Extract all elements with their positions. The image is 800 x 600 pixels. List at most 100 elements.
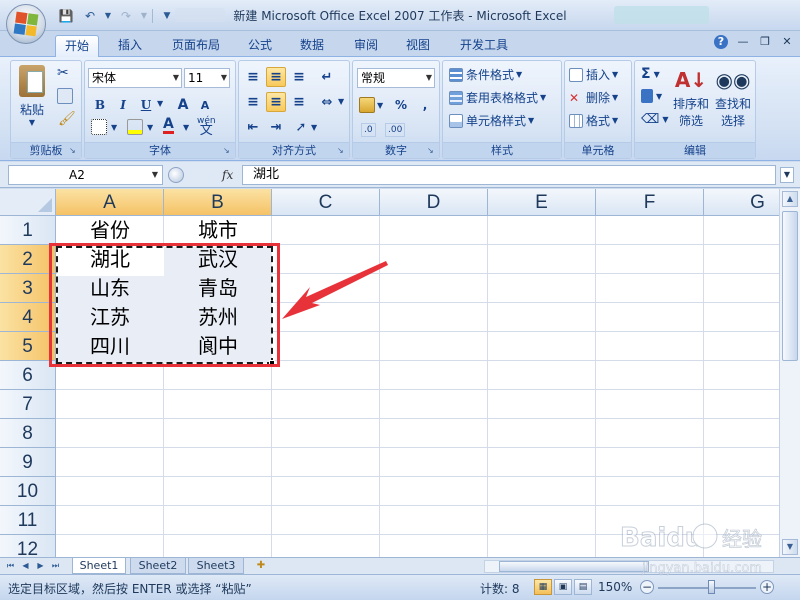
conditional-format-button[interactable]: 条件格式 ▼	[449, 66, 522, 83]
row-header-1[interactable]: 1	[0, 216, 56, 245]
format-as-table-button[interactable]: 套用表格格式 ▼	[449, 89, 546, 106]
page-layout-view-icon[interactable]: ▣	[554, 579, 572, 595]
horizontal-scrollbar[interactable]	[484, 560, 774, 573]
insert-sheet-icon[interactable]: ✚	[252, 559, 270, 573]
autosum-button[interactable]: Σ ▼	[641, 66, 660, 82]
tab-formulas[interactable]: 公式	[240, 35, 280, 57]
sheet-tab-sheet2[interactable]: Sheet2	[130, 558, 186, 574]
formula-bar-resize-handle[interactable]	[168, 167, 184, 183]
tab-review[interactable]: 审阅	[346, 35, 386, 57]
chevron-down-icon[interactable]: ▼	[338, 97, 344, 106]
column-header-g[interactable]: G	[704, 189, 779, 216]
tab-page-layout[interactable]: 页面布局	[164, 35, 228, 57]
chevron-down-icon[interactable]: ▼	[111, 123, 117, 132]
percent-button[interactable]: %	[391, 95, 411, 115]
cell-styles-button[interactable]: 单元格样式 ▼	[449, 112, 534, 129]
align-right-icon[interactable]: ≡	[289, 92, 309, 112]
decrease-indent-icon[interactable]: ⇤	[243, 117, 263, 137]
column-header-e[interactable]: E	[488, 189, 596, 216]
row-header-12[interactable]: 12	[0, 535, 56, 557]
sheet-tab-sheet3[interactable]: Sheet3	[188, 558, 244, 574]
tab-home[interactable]: 开始	[55, 35, 99, 57]
expand-formula-bar-icon[interactable]: ▼	[780, 167, 794, 183]
format-cells-button[interactable]: 格式 ▼	[569, 112, 618, 129]
save-icon[interactable]: 💾	[56, 7, 76, 25]
cell-a1[interactable]: 省份	[56, 216, 164, 245]
row-header-9[interactable]: 9	[0, 448, 56, 477]
prev-sheet-icon[interactable]: ◀	[19, 559, 32, 572]
launcher-icon[interactable]: ↘	[337, 146, 346, 155]
launcher-icon[interactable]: ↘	[427, 146, 436, 155]
formula-input[interactable]: 湖北	[242, 165, 776, 185]
grow-font-button[interactable]: A	[173, 95, 193, 115]
select-all-button[interactable]	[0, 189, 56, 216]
office-button[interactable]	[6, 4, 46, 44]
align-left-icon[interactable]: ≡	[243, 92, 263, 112]
zoom-in-icon[interactable]: +	[760, 580, 774, 594]
column-header-b[interactable]: B	[164, 189, 272, 216]
last-sheet-icon[interactable]: ⏭	[49, 559, 62, 572]
column-header-d[interactable]: D	[380, 189, 488, 216]
row-header-4[interactable]: 4	[0, 303, 56, 332]
row-header-10[interactable]: 10	[0, 477, 56, 506]
undo-dropdown-icon[interactable]: ▼	[104, 7, 112, 25]
merge-center-icon[interactable]: ⇔	[317, 92, 337, 112]
sort-filter-button[interactable]: A↓ 排序和 筛选	[671, 65, 711, 129]
wrap-text-icon[interactable]: ↵	[317, 67, 337, 87]
tab-developer[interactable]: 开发工具	[452, 35, 516, 57]
shrink-font-button[interactable]: A	[195, 95, 215, 115]
align-bottom-icon[interactable]: ≡	[289, 67, 309, 87]
find-select-button[interactable]: ◉◉ 查找和 选择	[713, 65, 753, 129]
column-header-a[interactable]: A	[56, 189, 164, 216]
align-middle-icon[interactable]: ≡	[266, 67, 286, 87]
border-icon[interactable]	[91, 119, 107, 135]
page-break-view-icon[interactable]: ▤	[574, 579, 592, 595]
clear-icon[interactable]: ⌫ ▼	[641, 112, 669, 127]
fill-icon[interactable]: ▼	[641, 89, 662, 103]
cell-b1[interactable]: 城市	[164, 216, 272, 245]
normal-view-icon[interactable]: ▦	[534, 579, 552, 595]
comma-button[interactable]: ,	[415, 95, 435, 115]
italic-button[interactable]: I	[113, 95, 133, 115]
zoom-out-icon[interactable]: −	[640, 580, 654, 594]
chevron-down-icon[interactable]: ▼	[157, 99, 163, 108]
close-icon[interactable]: ✕	[780, 35, 794, 49]
align-top-icon[interactable]: ≡	[243, 67, 263, 87]
launcher-icon[interactable]: ↘	[223, 146, 232, 155]
redo-icon[interactable]: ↷	[116, 7, 136, 25]
decrease-decimal-button[interactable]: .00	[385, 123, 406, 137]
font-size-select[interactable]: 11 ▼	[184, 68, 230, 88]
scroll-thumb[interactable]	[499, 561, 649, 572]
row-header-7[interactable]: 7	[0, 390, 56, 419]
worksheet-grid[interactable]: ABCDEFG 1 2 3 4 5 6 7 8 9 10 11 12 省份 城市 湖北 武汉 山东 青岛 江苏 苏州…	[0, 189, 779, 557]
sheet-tab-sheet1[interactable]: Sheet1	[72, 558, 126, 574]
redo-dropdown-icon[interactable]: ▼	[140, 7, 148, 25]
orientation-icon[interactable]: ➚	[291, 117, 311, 137]
number-format-select[interactable]: 常规 ▼	[357, 68, 435, 88]
tab-insert[interactable]: 插入	[108, 35, 152, 57]
increase-decimal-button[interactable]: .0	[361, 123, 376, 137]
zoom-level[interactable]: 150%	[598, 580, 632, 594]
delete-cells-button[interactable]: ✕ 删除 ▼	[569, 89, 618, 106]
fill-color-icon[interactable]	[127, 119, 143, 135]
name-box[interactable]: A2 ▼	[8, 165, 163, 185]
chevron-down-icon[interactable]: ▼	[311, 123, 317, 132]
vertical-scrollbar[interactable]: ▲ ▼	[779, 189, 800, 557]
increase-indent-icon[interactable]: ⇥	[266, 117, 286, 137]
insert-function-button[interactable]: fx	[168, 165, 238, 185]
row-header-11[interactable]: 11	[0, 506, 56, 535]
align-center-icon[interactable]: ≡	[266, 92, 286, 112]
next-sheet-icon[interactable]: ▶	[34, 559, 47, 572]
copy-icon[interactable]	[57, 88, 73, 104]
scroll-thumb[interactable]	[782, 211, 798, 361]
zoom-slider-thumb[interactable]	[708, 580, 715, 594]
undo-icon[interactable]: ↶	[80, 7, 100, 25]
row-header-8[interactable]: 8	[0, 419, 56, 448]
tab-data[interactable]: 数据	[292, 35, 332, 57]
font-color-icon[interactable]: A	[163, 117, 174, 134]
format-painter-icon[interactable]: 🖌	[58, 111, 76, 127]
insert-cells-button[interactable]: 插入 ▼	[569, 66, 618, 83]
minimize-icon[interactable]: —	[736, 35, 750, 49]
scroll-up-icon[interactable]: ▲	[782, 191, 798, 207]
phonetic-button[interactable]: wén 文	[197, 117, 216, 138]
